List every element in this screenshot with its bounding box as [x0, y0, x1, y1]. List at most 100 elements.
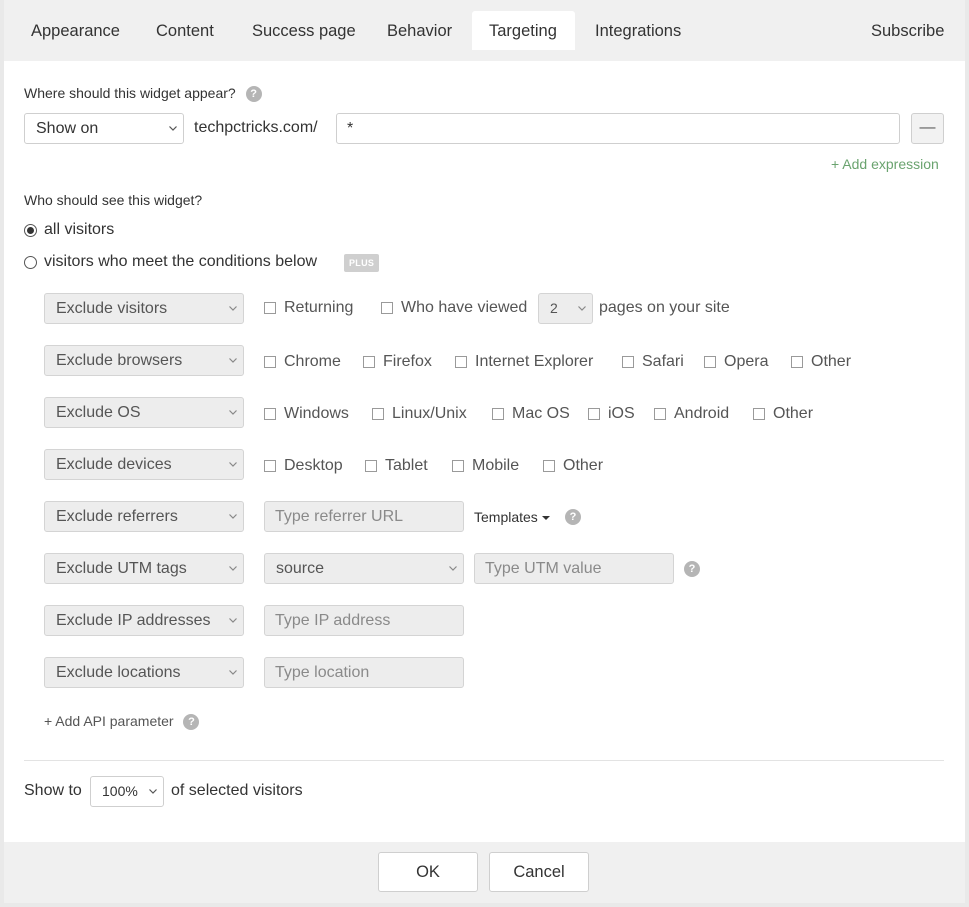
- ie-label: Internet Explorer: [475, 353, 594, 370]
- chevron-down-icon: [229, 304, 237, 312]
- returning-label: Returning: [284, 299, 354, 316]
- ip-address-input[interactable]: Type IP address: [264, 605, 464, 636]
- other-device-label: Other: [563, 457, 604, 474]
- exclude-devices-select[interactable]: Exclude devices: [44, 449, 244, 480]
- tab-behavior[interactable]: Behavior: [370, 11, 469, 50]
- add-api-parameter[interactable]: + Add API parameter ?: [44, 713, 200, 731]
- referrer-url-input[interactable]: Type referrer URL: [264, 501, 464, 532]
- firefox-checkbox[interactable]: [363, 356, 375, 368]
- ie-checkbox[interactable]: [455, 356, 467, 368]
- question-circle-icon[interactable]: ?: [245, 86, 262, 103]
- templates-label: Templates: [474, 509, 538, 525]
- macos-label: Mac OS: [512, 405, 570, 422]
- pages-count-select[interactable]: 2: [538, 293, 593, 324]
- safari-checkbox[interactable]: [622, 356, 634, 368]
- other-browser-checkbox[interactable]: [791, 356, 803, 368]
- safari-label: Safari: [642, 353, 684, 370]
- exclude-locations-select-value: Exclude locations: [56, 664, 181, 681]
- question-circle-icon[interactable]: ?: [565, 509, 581, 525]
- exclude-browsers-select[interactable]: Exclude browsers: [44, 345, 244, 376]
- show-to-suffix: of selected visitors: [171, 782, 303, 799]
- utm-value-input[interactable]: Type UTM value: [474, 553, 674, 584]
- caret-down-icon: [541, 516, 550, 521]
- other-device-checkbox[interactable]: [543, 460, 555, 472]
- tablet-label: Tablet: [385, 457, 428, 474]
- tab-subscribe[interactable]: Subscribe: [854, 11, 961, 50]
- chevron-down-icon: [229, 512, 237, 520]
- android-checkbox[interactable]: [654, 408, 666, 420]
- who-viewed-checkbox[interactable]: [381, 302, 393, 314]
- expression-input[interactable]: *: [336, 113, 900, 144]
- all-visitors-label[interactable]: all visitors: [44, 221, 114, 239]
- where-question-text: Where should this widget appear?: [24, 85, 236, 101]
- desktop-checkbox[interactable]: [264, 460, 276, 472]
- show-to-percent-select[interactable]: 100%: [90, 776, 164, 807]
- chevron-down-icon: [229, 460, 237, 468]
- exclude-visitors-select-value: Exclude visitors: [56, 300, 168, 317]
- who-viewed-label: Who have viewed: [401, 299, 528, 316]
- desktop-label: Desktop: [284, 457, 343, 474]
- chrome-label: Chrome: [284, 353, 341, 370]
- show-on-select[interactable]: Show on: [24, 113, 184, 144]
- opera-label: Opera: [724, 353, 769, 370]
- ios-checkbox[interactable]: [588, 408, 600, 420]
- question-circle-icon[interactable]: ?: [684, 561, 700, 577]
- add-expression-link[interactable]: + Add expression: [831, 156, 939, 172]
- exclude-referrers-select[interactable]: Exclude referrers: [44, 501, 244, 532]
- utm-tag-select[interactable]: source: [264, 553, 464, 584]
- tab-appearance[interactable]: Appearance: [14, 11, 137, 50]
- show-on-select-value: Show on: [36, 120, 99, 137]
- section-divider: [24, 760, 944, 761]
- conditions-radio[interactable]: [24, 256, 37, 269]
- firefox-label: Firefox: [383, 353, 432, 370]
- location-input[interactable]: Type location: [264, 657, 464, 688]
- linux-label: Linux/Unix: [392, 405, 467, 422]
- cancel-button[interactable]: Cancel: [489, 852, 589, 892]
- tab-success-page[interactable]: Success page: [235, 11, 373, 50]
- conditions-label[interactable]: visitors who meet the conditions below: [44, 253, 317, 271]
- windows-checkbox[interactable]: [264, 408, 276, 420]
- exclude-devices-select-value: Exclude devices: [56, 456, 172, 473]
- tab-bar: Appearance Content Success page Behavior…: [4, 0, 965, 61]
- chevron-down-icon: [229, 668, 237, 676]
- linux-checkbox[interactable]: [372, 408, 384, 420]
- exclude-os-select[interactable]: Exclude OS: [44, 397, 244, 428]
- opera-checkbox[interactable]: [704, 356, 716, 368]
- returning-checkbox[interactable]: [264, 302, 276, 314]
- mobile-label: Mobile: [472, 457, 520, 474]
- chevron-down-icon: [578, 304, 586, 312]
- exclude-utm-select[interactable]: Exclude UTM tags: [44, 553, 244, 584]
- other-browser-label: Other: [811, 353, 852, 370]
- exclude-utm-select-value: Exclude UTM tags: [56, 560, 187, 577]
- exclude-referrers-select-value: Exclude referrers: [56, 508, 178, 525]
- tab-integrations[interactable]: Integrations: [578, 11, 698, 50]
- exclude-ip-select[interactable]: Exclude IP addresses: [44, 605, 244, 636]
- pages-count-select-value: 2: [550, 300, 558, 316]
- exclude-ip-select-value: Exclude IP addresses: [56, 612, 211, 629]
- templates-dropdown[interactable]: Templates: [474, 509, 550, 525]
- domain-label: techpctricks.com/: [194, 119, 318, 136]
- ok-button[interactable]: OK: [378, 852, 478, 892]
- chevron-down-icon: [169, 124, 177, 132]
- other-os-checkbox[interactable]: [753, 408, 765, 420]
- tablet-checkbox[interactable]: [365, 460, 377, 472]
- all-visitors-radio[interactable]: [24, 224, 37, 237]
- tab-targeting[interactable]: Targeting: [472, 11, 575, 50]
- mobile-checkbox[interactable]: [452, 460, 464, 472]
- who-question: Who should see this widget?: [24, 192, 203, 208]
- macos-checkbox[interactable]: [492, 408, 504, 420]
- remove-expression-button[interactable]: —: [911, 113, 944, 144]
- targeting-dialog: Appearance Content Success page Behavior…: [4, 0, 965, 903]
- where-question: Where should this widget appear? ?: [24, 85, 262, 103]
- exclude-locations-select[interactable]: Exclude locations: [44, 657, 244, 688]
- chevron-down-icon: [229, 564, 237, 572]
- chevron-down-icon: [449, 564, 457, 572]
- other-os-label: Other: [773, 405, 814, 422]
- chrome-checkbox[interactable]: [264, 356, 276, 368]
- tab-content[interactable]: Content: [139, 11, 231, 50]
- chevron-down-icon: [229, 616, 237, 624]
- exclude-os-select-value: Exclude OS: [56, 404, 141, 421]
- ios-label: iOS: [608, 405, 635, 422]
- question-circle-icon[interactable]: ?: [183, 714, 200, 731]
- exclude-visitors-select[interactable]: Exclude visitors: [44, 293, 244, 324]
